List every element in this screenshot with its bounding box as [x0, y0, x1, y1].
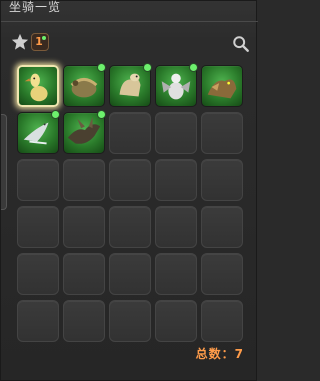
new-indicator-dot — [143, 63, 152, 72]
empty-mount-slot[interactable] — [109, 300, 151, 342]
new-indicator-dot — [97, 63, 106, 72]
badge-dot — [42, 36, 46, 40]
mount-slot-camel[interactable] — [109, 63, 152, 107]
window-title: 坐骑一览 — [9, 0, 62, 14]
toolbar: 1 — [1, 29, 258, 59]
new-indicator-dot — [189, 63, 198, 72]
favorite-count-badge: 1 — [31, 33, 49, 51]
dragon-dark-icon — [67, 116, 101, 144]
mount-grid — [17, 63, 246, 342]
empty-mount-slot[interactable] — [109, 159, 151, 201]
camel-icon — [119, 73, 141, 97]
empty-mount-slot[interactable] — [17, 300, 59, 342]
empty-mount-slot[interactable] — [109, 206, 151, 248]
empty-mount-slot[interactable] — [17, 206, 59, 248]
empty-mount-slot[interactable] — [17, 159, 59, 201]
side-panel-tab[interactable] — [1, 114, 7, 210]
mount-slot-bird-white[interactable] — [17, 110, 60, 154]
total-count: 总数：7 — [195, 347, 244, 361]
empty-mount-slot[interactable] — [201, 159, 243, 201]
armored-beetle-icon — [70, 77, 98, 98]
empty-mount-slot[interactable] — [109, 253, 151, 295]
empty-mount-slot[interactable] — [201, 253, 243, 295]
mount-slot-dragon-dark[interactable] — [63, 110, 106, 154]
mount-slot-armored-beetle[interactable] — [63, 63, 106, 107]
empty-mount-slot[interactable] — [201, 206, 243, 248]
griffin-icon — [161, 73, 191, 100]
new-indicator-dot — [97, 110, 106, 119]
chocobo-icon — [24, 73, 48, 102]
bird-white-icon — [23, 122, 49, 145]
empty-mount-slot[interactable] — [155, 159, 197, 201]
mount-slot-griffin[interactable] — [155, 63, 198, 107]
empty-mount-slot[interactable] — [155, 112, 197, 154]
search-icon[interactable] — [232, 35, 250, 53]
empty-mount-slot[interactable] — [63, 300, 105, 342]
empty-mount-slot[interactable] — [155, 206, 197, 248]
mount-list-window: 坐骑一览 1 总数：7 — [0, 0, 258, 381]
mount-slot-wolf-beast[interactable] — [201, 65, 243, 107]
title-bar[interactable]: 坐骑一览 — [1, 0, 258, 22]
mount-slot-chocobo[interactable] — [17, 65, 59, 107]
empty-mount-slot[interactable] — [201, 112, 243, 154]
new-indicator-dot — [51, 110, 60, 119]
star-icon[interactable] — [11, 33, 29, 51]
empty-mount-slot[interactable] — [155, 300, 197, 342]
empty-mount-slot[interactable] — [63, 253, 105, 295]
wolf-beast-icon — [207, 79, 237, 99]
empty-mount-slot[interactable] — [17, 253, 59, 295]
empty-mount-slot[interactable] — [201, 300, 243, 342]
empty-mount-slot[interactable] — [109, 112, 151, 154]
empty-mount-slot[interactable] — [63, 206, 105, 248]
empty-mount-slot[interactable] — [155, 253, 197, 295]
empty-mount-slot[interactable] — [63, 159, 105, 201]
